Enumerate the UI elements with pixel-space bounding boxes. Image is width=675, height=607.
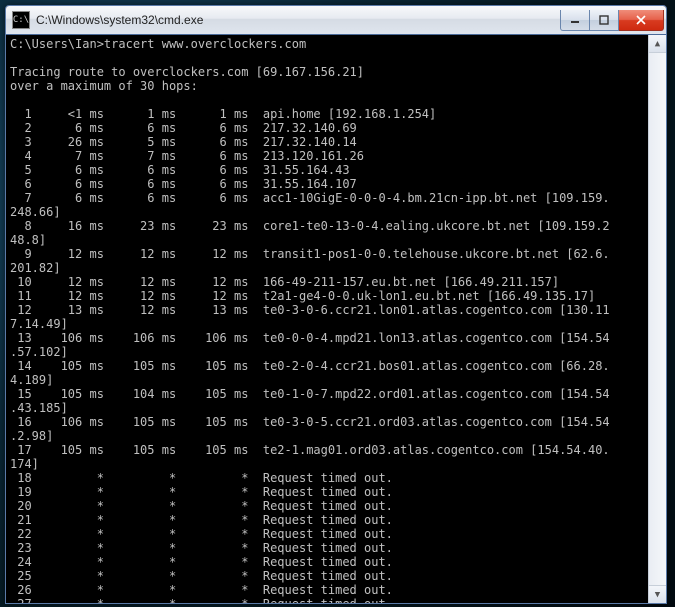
close-button[interactable]: [619, 10, 664, 31]
cmd-window: C:\ C:\Windows\system32\cmd.exe C:\Users…: [5, 5, 667, 604]
vertical-scrollbar[interactable]: ▲ ▼: [648, 35, 666, 603]
scroll-down-button[interactable]: ▼: [649, 585, 666, 603]
close-icon: [635, 15, 647, 25]
maximize-button[interactable]: [590, 10, 619, 31]
titlebar[interactable]: C:\ C:\Windows\system32\cmd.exe: [6, 6, 666, 35]
scroll-up-button[interactable]: ▲: [649, 35, 666, 53]
minimize-button[interactable]: [560, 10, 590, 31]
cmd-icon: C:\: [12, 11, 30, 29]
maximize-icon: [599, 15, 609, 25]
window-controls: [560, 10, 664, 30]
terminal-output[interactable]: C:\Users\Ian>tracert www.overclockers.co…: [6, 35, 666, 603]
minimize-icon: [570, 15, 580, 25]
window-title: C:\Windows\system32\cmd.exe: [36, 13, 560, 27]
